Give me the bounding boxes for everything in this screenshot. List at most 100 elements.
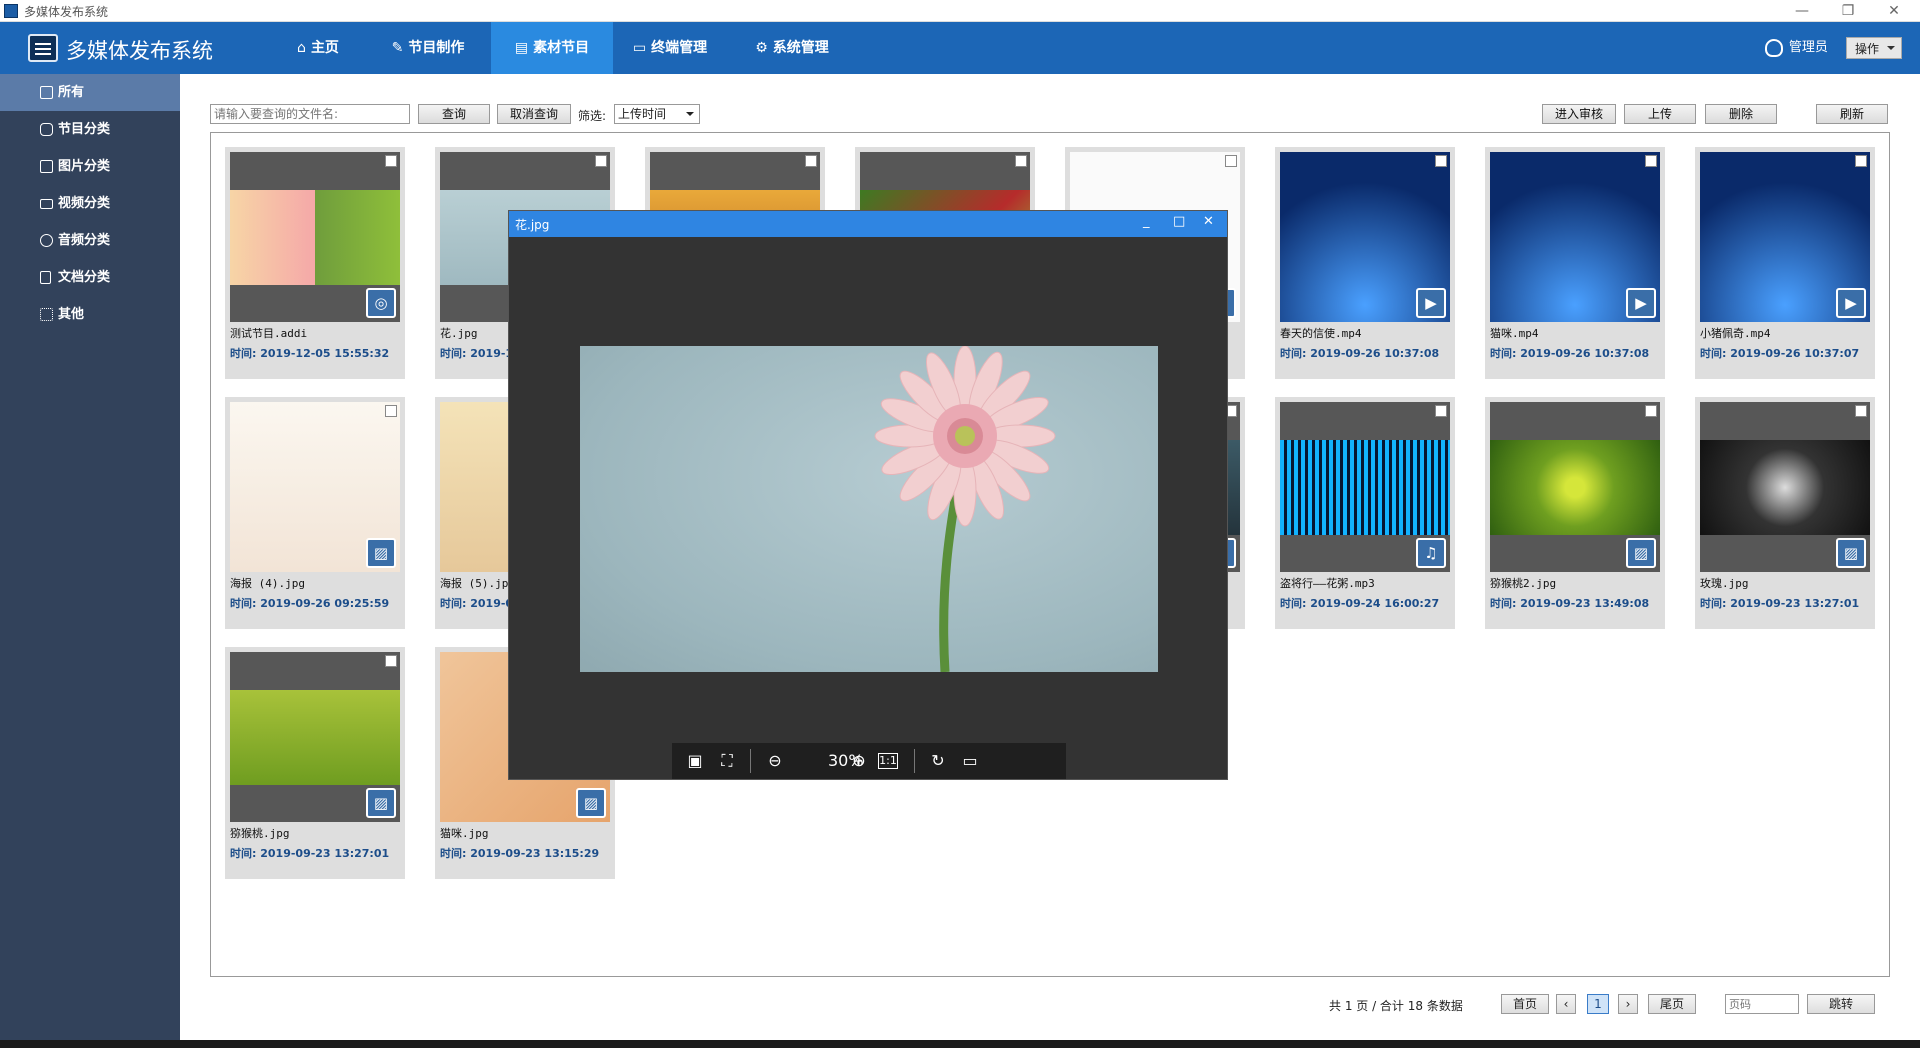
nav-system-management[interactable]: ⚙ 系统管理 <box>742 22 842 74</box>
media-time: 时间: 2019-09-26 10:37:07 <box>1700 347 1860 360</box>
thumbnail-image <box>230 690 400 785</box>
gerbera-flower-image <box>874 345 1056 673</box>
rotate-icon[interactable]: ↻ <box>925 749 951 773</box>
sidebar-item-label: 视频分类 <box>58 196 111 211</box>
select-checkbox[interactable] <box>1435 155 1447 167</box>
media-thumbnail[interactable]: ▶ <box>1490 152 1660 322</box>
select-checkbox[interactable] <box>1225 155 1237 167</box>
nav-program-making[interactable]: ✎ 节目制作 <box>378 22 478 74</box>
sidebar-item-audio[interactable]: 音频分类 <box>0 222 180 259</box>
video-icon <box>40 199 53 209</box>
zoom-out-icon[interactable]: ⊖ <box>762 749 788 773</box>
select-checkbox[interactable] <box>595 155 607 167</box>
media-card[interactable]: ▨ 猕猴桃.jpg 时间: 2019-09-23 13:27:01 <box>225 647 405 879</box>
top-navigation: 多媒体发布系统 ⌂ 主页 ✎ 节目制作 ▤ 素材节目 ▭ 终端管理 ⚙ 系统管理 管理员 … <box>0 22 1920 74</box>
viewer-close-icon[interactable]: ✕ <box>1203 214 1214 229</box>
media-time: 时间: 2019-12-05 15:55:32 <box>230 347 390 360</box>
delete-button[interactable]: 删除 <box>1705 104 1777 124</box>
media-card[interactable]: ▶ 猫咪.mp4 时间: 2019-09-26 10:37:08 <box>1485 147 1665 379</box>
sidebar: 所有 节目分类 图片分类 视频分类 音频分类 文档分类 其他 <box>0 74 180 1040</box>
media-time: 时间: 2019-09-23 13:27:01 <box>1700 597 1860 610</box>
media-card[interactable]: ▨ 猕猴桃2.jpg 时间: 2019-09-23 13:49:08 <box>1485 397 1665 629</box>
refresh-button[interactable]: 刷新 <box>1816 104 1888 124</box>
pager-info: 共 1 页 / 合计 18 条数据 <box>1329 999 1463 1013</box>
media-thumbnail[interactable]: ♫ <box>1280 402 1450 572</box>
operation-dropdown[interactable]: 操作 <box>1846 36 1902 59</box>
select-checkbox[interactable] <box>385 405 397 417</box>
media-thumbnail[interactable]: ▨ <box>1490 402 1660 572</box>
sidebar-item-label: 文档分类 <box>58 270 111 285</box>
media-name: 玫瑰.jpg <box>1700 577 1749 590</box>
viewer-minimize-icon[interactable]: _ <box>1143 214 1150 229</box>
thumbnail-image <box>230 190 400 285</box>
last-page-button[interactable]: 尾页 <box>1648 994 1696 1014</box>
audio-icon <box>40 234 53 247</box>
save-icon[interactable]: ▣ <box>682 749 708 773</box>
comment-icon[interactable]: ▭ <box>957 749 983 773</box>
sidebar-item-video[interactable]: 视频分类 <box>0 185 180 222</box>
media-time: 时间: 2019-09-23 13:15:29 <box>440 847 600 860</box>
app-icon <box>4 4 18 18</box>
select-checkbox[interactable] <box>805 155 817 167</box>
prev-page-button[interactable]: ‹ <box>1556 994 1576 1014</box>
current-page-button[interactable]: 1 <box>1587 994 1609 1014</box>
upload-button[interactable]: 上传 <box>1624 104 1696 124</box>
select-checkbox[interactable] <box>385 655 397 667</box>
page-number-input[interactable] <box>1725 994 1799 1014</box>
select-checkbox[interactable] <box>385 155 397 167</box>
sidebar-item-other[interactable]: 其他 <box>0 296 180 333</box>
restore-icon[interactable]: ❐ <box>1828 1 1868 21</box>
sidebar-item-all[interactable]: 所有 <box>0 74 180 111</box>
nav-home-label: 主页 <box>310 40 339 56</box>
query-button[interactable]: 查询 <box>418 104 490 124</box>
filter-select[interactable]: 上传时间 <box>614 104 700 124</box>
jump-button[interactable]: 跳转 <box>1807 994 1875 1014</box>
media-card[interactable]: ♫ 盗将行——花粥.mp3 时间: 2019-09-24 16:00:27 <box>1275 397 1455 629</box>
media-card[interactable]: ◎ 测试节目.addi 时间: 2019-12-05 15:55:32 <box>225 147 405 379</box>
media-time: 时间: 2019-09-26 10:37:08 <box>1490 347 1650 360</box>
search-input[interactable] <box>210 104 410 124</box>
media-thumbnail[interactable]: ◎ <box>230 152 400 322</box>
program-icon <box>40 123 53 136</box>
sidebar-item-document[interactable]: 文档分类 <box>0 259 180 296</box>
media-thumbnail[interactable]: ▨ <box>1700 402 1870 572</box>
nav-material-program[interactable]: ▤ 素材节目 <box>491 22 613 74</box>
media-card[interactable]: ▶ 小猪佩奇.mp4 时间: 2019-09-26 10:37:07 <box>1695 147 1875 379</box>
sidebar-item-image[interactable]: 图片分类 <box>0 148 180 185</box>
minimize-icon[interactable]: — <box>1782 1 1822 21</box>
logo-text: 多媒体发布系统 <box>66 39 213 63</box>
select-checkbox[interactable] <box>1645 155 1657 167</box>
toolbar-divider <box>750 749 751 773</box>
review-button[interactable]: 进入审核 <box>1542 104 1616 124</box>
viewer-maximize-icon[interactable]: □ <box>1173 214 1185 229</box>
nav-terminal-management[interactable]: ▭ 终端管理 <box>620 22 720 74</box>
select-checkbox[interactable] <box>1435 405 1447 417</box>
next-page-button[interactable]: › <box>1618 994 1638 1014</box>
sidebar-item-label: 节目分类 <box>58 122 111 137</box>
select-checkbox[interactable] <box>1855 155 1867 167</box>
select-checkbox[interactable] <box>1015 155 1027 167</box>
media-thumbnail[interactable]: ▨ <box>230 652 400 822</box>
media-card[interactable]: ▨ 玫瑰.jpg 时间: 2019-09-23 13:27:01 <box>1695 397 1875 629</box>
sidebar-item-program[interactable]: 节目分类 <box>0 111 180 148</box>
cancel-query-button[interactable]: 取消查询 <box>497 104 571 124</box>
user-icon <box>1764 38 1783 57</box>
zoom-in-icon[interactable]: ⊕ <box>846 749 872 773</box>
viewer-photo <box>580 345 1158 673</box>
media-thumbnail[interactable]: ▶ <box>1280 152 1450 322</box>
user-area: 管理员 操作 <box>1764 22 1902 74</box>
close-icon[interactable]: ✕ <box>1874 1 1914 21</box>
fit-screen-icon[interactable]: ⛶ <box>714 749 740 773</box>
video-type-icon: ▶ <box>1416 288 1446 318</box>
media-thumbnail[interactable]: ▨ <box>230 402 400 572</box>
nav-home[interactable]: ⌂ 主页 <box>278 22 358 74</box>
select-checkbox[interactable] <box>1645 405 1657 417</box>
image-viewer-window[interactable]: 花.jpg _ □ ✕ ▣ ⛶ ⊖ 30% ⊕ 1:1 ↻ ▭ <box>508 210 1228 780</box>
first-page-button[interactable]: 首页 <box>1501 994 1549 1014</box>
media-thumbnail[interactable]: ▶ <box>1700 152 1870 322</box>
select-checkbox[interactable] <box>1855 405 1867 417</box>
media-card[interactable]: ▶ 春天的信使.mp4 时间: 2019-09-26 10:37:08 <box>1275 147 1455 379</box>
media-card[interactable]: ▨ 海报 (4).jpg 时间: 2019-09-26 09:25:59 <box>225 397 405 629</box>
viewer-titlebar[interactable]: 花.jpg _ □ ✕ <box>509 211 1227 237</box>
actual-size-button[interactable]: 1:1 <box>878 753 898 769</box>
